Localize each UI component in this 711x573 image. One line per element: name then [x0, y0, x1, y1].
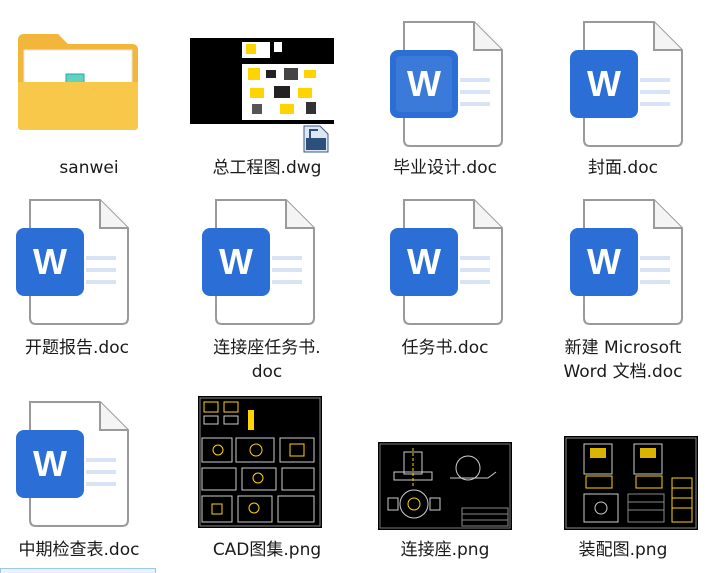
word-doc-icon: W: [16, 401, 129, 527]
file-tile-png[interactable]: 连接座.png: [356, 392, 534, 568]
svg-text:W: W: [219, 241, 253, 282]
svg-text:W: W: [33, 443, 67, 484]
dwg-file-badge-icon: [303, 125, 329, 153]
file-name: 封面.doc: [588, 158, 658, 178]
svg-text:W: W: [407, 241, 441, 282]
file-tile-doc[interactable]: W 开题报告.doc: [0, 190, 178, 390]
folder-icon: [18, 34, 138, 130]
file-tile-doc[interactable]: W 毕业设计.doc: [356, 0, 534, 190]
svg-text:W: W: [407, 63, 441, 104]
file-name: sanwei: [59, 158, 119, 178]
cad-drawing-thumbnail: [378, 442, 512, 530]
file-name: 总工程图.dwg: [212, 158, 322, 178]
file-tile-doc[interactable]: W 中期检查表.doc: [0, 392, 178, 568]
file-tile-png[interactable]: CAD图集.png: [178, 392, 356, 568]
file-tile-doc[interactable]: W 连接座任务书. doc: [178, 190, 356, 390]
file-tile-doc[interactable]: W 任务书.doc: [356, 190, 534, 390]
word-doc-icon: W: [390, 199, 503, 325]
dwg-thumbnail: [190, 38, 334, 124]
word-doc-icon: W: [570, 21, 683, 147]
file-tile-doc[interactable]: W 新建 Microsoft Word 文档.doc: [534, 190, 711, 390]
file-tile-doc[interactable]: W 封面.doc: [534, 0, 711, 190]
file-tile-png[interactable]: 装配图.png: [534, 392, 711, 568]
file-name: 中期检查表.doc: [18, 540, 140, 560]
svg-text:W: W: [33, 241, 67, 282]
cad-drawing-thumbnail: [564, 436, 698, 530]
file-name: 新建 Microsoft Word 文档.doc: [563, 338, 683, 382]
svg-text:W: W: [587, 241, 621, 282]
file-name: 连接座.png: [400, 540, 490, 560]
file-name: 毕业设计.doc: [393, 158, 497, 178]
file-tile-sanwei[interactable]: sanwei: [0, 0, 178, 190]
file-tile-dwg[interactable]: 总工程图.dwg: [178, 0, 356, 190]
svg-text:W: W: [587, 63, 621, 104]
status-bar-edge: [0, 568, 156, 573]
file-name: 装配图.png: [578, 540, 668, 560]
file-name: 任务书.doc: [401, 338, 489, 358]
word-doc-icon: W: [570, 199, 683, 325]
file-name: 连接座任务书. doc: [213, 338, 321, 382]
file-name: 开题报告.doc: [25, 338, 129, 358]
word-doc-icon: W: [16, 199, 129, 325]
cad-drawing-thumbnail: [198, 396, 322, 528]
word-doc-icon: W: [202, 199, 315, 325]
word-doc-icon: W: [390, 21, 503, 147]
file-name: CAD图集.png: [212, 540, 322, 560]
